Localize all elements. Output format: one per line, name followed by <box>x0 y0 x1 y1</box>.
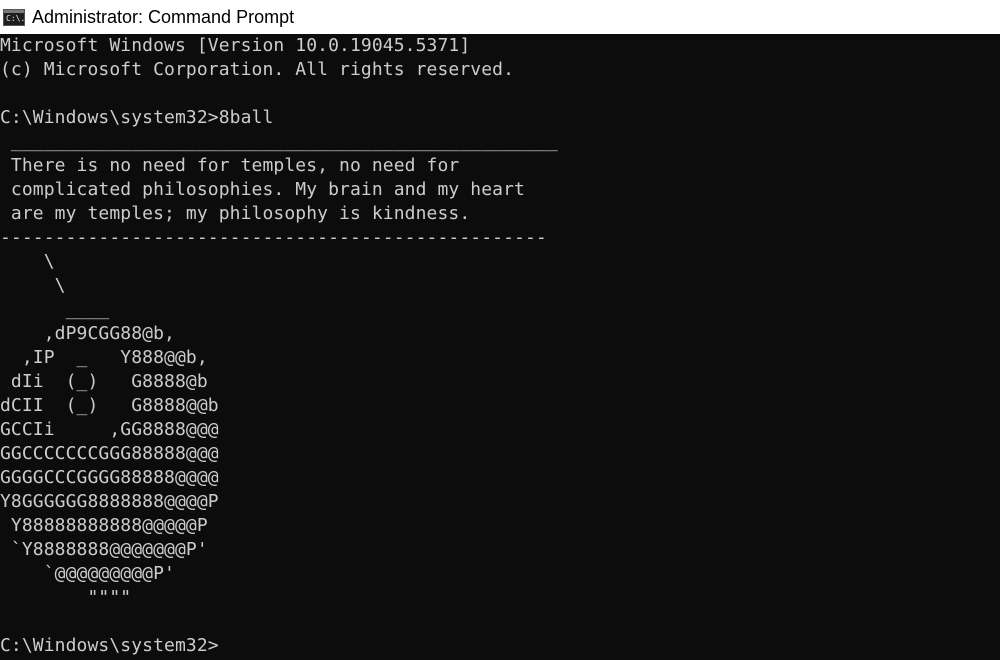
speech-bubble-top: ________________________________________… <box>0 131 558 152</box>
title-bar[interactable]: C:\. Administrator: Command Prompt <box>0 0 1000 34</box>
blank-line-2 <box>0 610 1000 634</box>
quote-line-1: There is no need for temples, no need fo… <box>0 155 460 176</box>
speech-bubble-bottom: ----------------------------------------… <box>0 227 547 248</box>
ascii-art-line-11: Y8GGGGGG8888888@@@@P <box>0 491 219 512</box>
ascii-art-line-14: `@@@@@@@@@P' <box>0 563 175 584</box>
ascii-art-line-2: \ <box>0 275 66 296</box>
ascii-art-line-7: dCII (_) G8888@@b <box>0 395 219 416</box>
quote-line-3: are my temples; my philosophy is kindnes… <box>0 203 471 224</box>
prompt-path: C:\Windows\system32> <box>0 107 219 128</box>
banner-line-1: Microsoft Windows [Version 10.0.19045.53… <box>0 35 471 56</box>
final-prompt-path: C:\Windows\system32> <box>0 635 219 656</box>
ascii-art-line-13: `Y8888888@@@@@@@P' <box>0 539 208 560</box>
ascii-art-line-6: dIi (_) G8888@b <box>0 371 208 392</box>
command-prompt-window: C:\. Administrator: Command Prompt Micro… <box>0 0 1000 660</box>
ascii-art-line-15: """" <box>0 587 132 608</box>
window-title: Administrator: Command Prompt <box>32 6 295 27</box>
command-line: C:\Windows\system32>8ball <box>0 106 1000 130</box>
ascii-art-line-5: ,IP _ Y888@@b, <box>0 347 208 368</box>
banner-line-2: (c) Microsoft Corporation. All rights re… <box>0 59 515 80</box>
cmd-icon-glyph: C:\. <box>6 13 26 23</box>
console-area[interactable]: Microsoft Windows [Version 10.0.19045.53… <box>0 34 1000 660</box>
text-cursor <box>219 648 230 651</box>
ascii-art-line-12: Y88888888888@@@@@P <box>0 515 208 536</box>
ascii-art-line-8: GCCIi ,GG8888@@@ <box>0 419 219 440</box>
ascii-art-line-9: GGCCCCCCCGGG88888@@@ <box>0 443 219 464</box>
ascii-art-line-3: ____ <box>0 299 110 320</box>
cmd-icon[interactable]: C:\. <box>3 8 26 26</box>
console-output: Microsoft Windows [Version 10.0.19045.53… <box>0 34 1000 658</box>
ascii-art-line-10: GGGGCCCGGGG88888@@@@ <box>0 467 219 488</box>
typed-command: 8ball <box>218 107 274 128</box>
final-prompt-line[interactable]: C:\Windows\system32> <box>0 634 1000 658</box>
quote-line-2: complicated philosophies. My brain and m… <box>0 179 525 200</box>
ascii-art-line-4: ,dP9CGG88@b, <box>0 323 175 344</box>
ascii-art-line-1: \ <box>0 251 55 272</box>
